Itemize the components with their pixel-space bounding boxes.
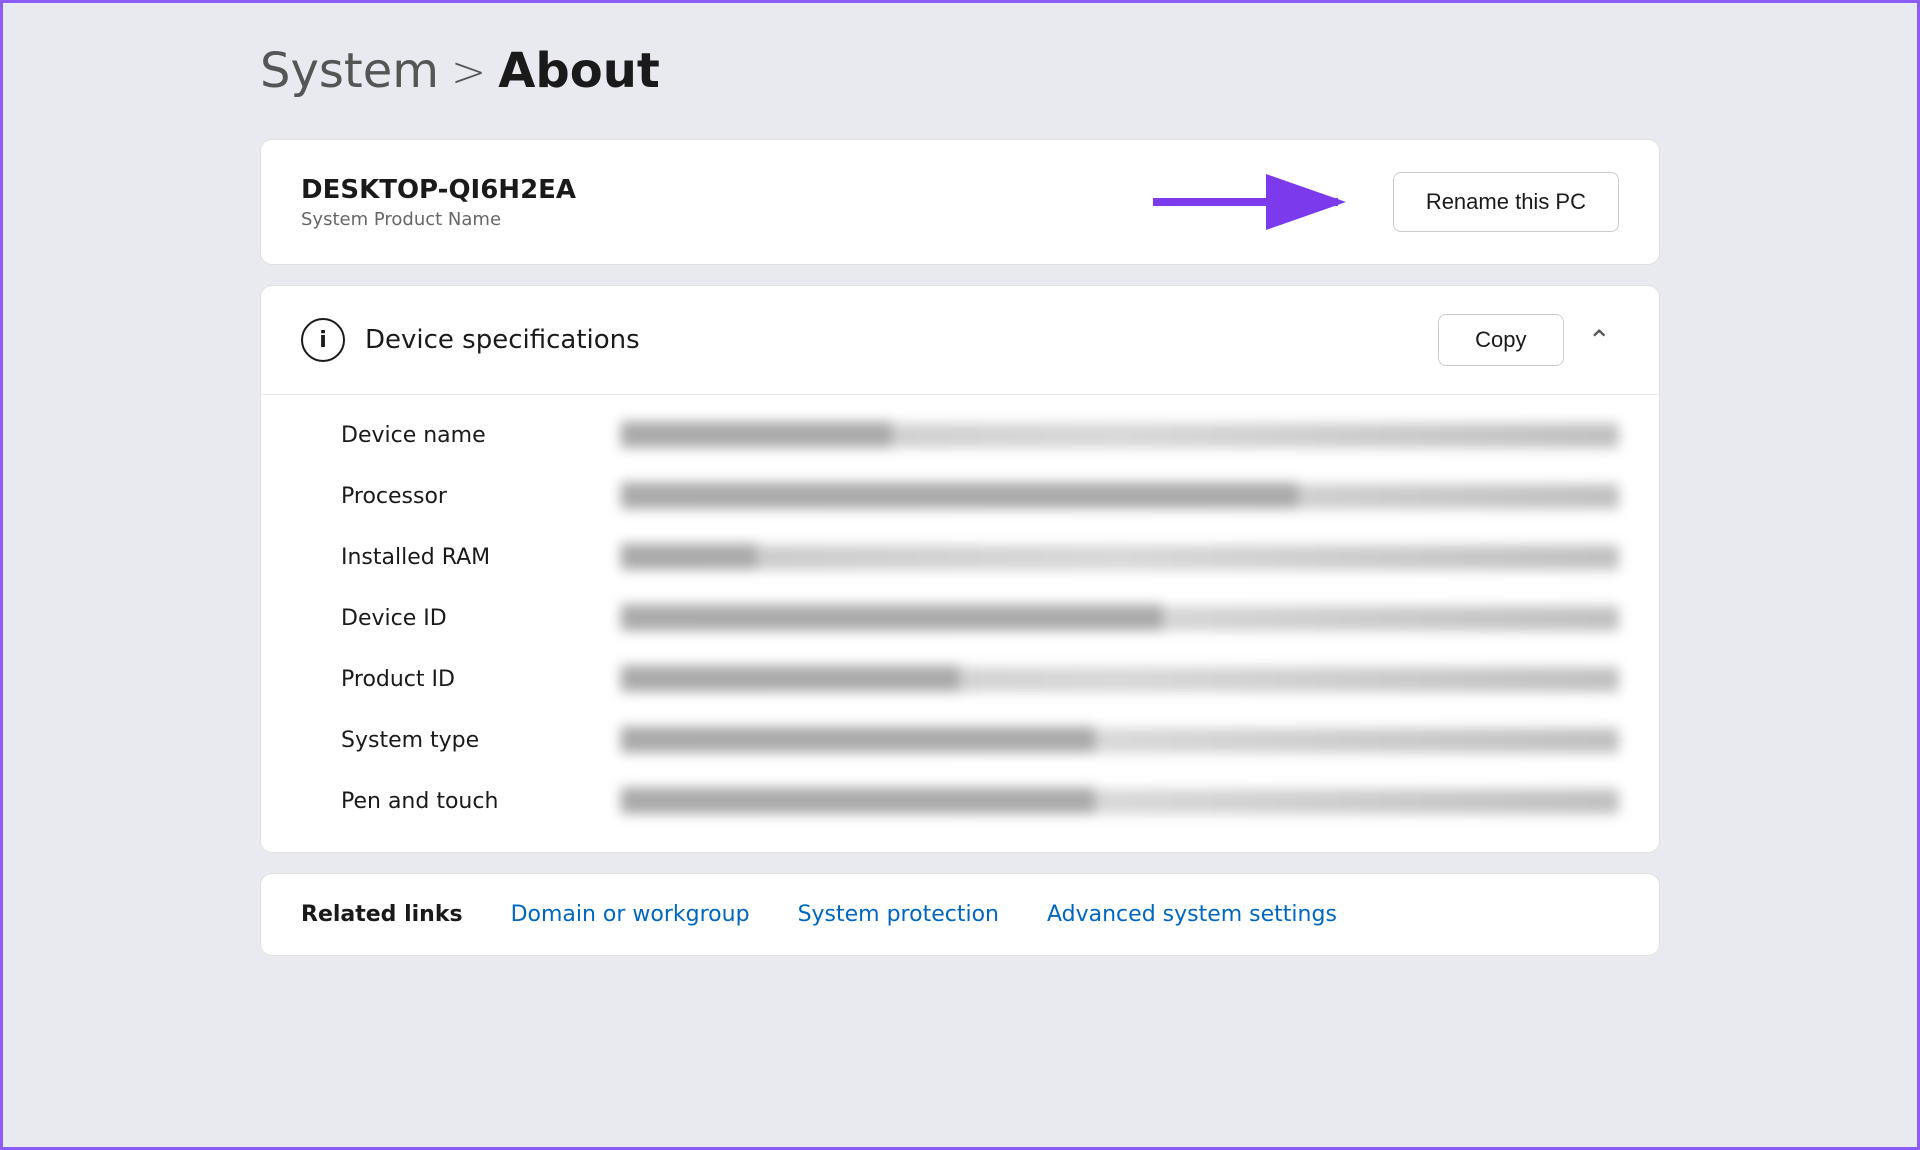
spec-label: Pen and touch bbox=[341, 789, 561, 814]
table-row: Processor ███████████████████████████████… bbox=[341, 466, 1619, 527]
spec-label: System type bbox=[341, 728, 561, 753]
spec-label: Processor bbox=[341, 484, 561, 509]
related-links-label: Related links bbox=[301, 902, 463, 927]
device-specs-label: Device specifications bbox=[365, 325, 640, 355]
chevron-up-icon[interactable]: ⌃ bbox=[1580, 320, 1619, 361]
spec-value: ████████████████████████████ bbox=[621, 789, 1619, 814]
device-specs-header: i Device specifications Copy ⌃ bbox=[261, 286, 1659, 395]
arrow-icon bbox=[1143, 172, 1363, 232]
table-row: Device ID ███████████████████████████████… bbox=[341, 588, 1619, 649]
spec-value: ████████████████ bbox=[621, 423, 1619, 448]
related-link[interactable]: Advanced system settings bbox=[1047, 902, 1337, 927]
related-links-bar: Related links Domain or workgroup System … bbox=[260, 873, 1660, 956]
spec-value: ████████████████████████████ bbox=[621, 728, 1619, 753]
table-row: Installed RAM ████████ bbox=[341, 527, 1619, 588]
spec-value: ████████████████████████████████ bbox=[621, 606, 1619, 631]
spec-label: Product ID bbox=[341, 667, 561, 692]
device-specs-title-group: i Device specifications bbox=[301, 318, 640, 362]
page-container: System > About DESKTOP-QI6H2EA System Pr… bbox=[260, 33, 1660, 956]
table-row: System type ████████████████████████████ bbox=[341, 710, 1619, 771]
pc-name-title: DESKTOP-QI6H2EA bbox=[301, 175, 576, 205]
spec-label: Device ID bbox=[341, 606, 561, 631]
related-link[interactable]: System protection bbox=[798, 902, 999, 927]
related-link[interactable]: Domain or workgroup bbox=[511, 902, 750, 927]
pc-name-info: DESKTOP-QI6H2EA System Product Name bbox=[301, 175, 576, 230]
pc-name-right: Rename this PC bbox=[1143, 172, 1619, 232]
device-specs-card: i Device specifications Copy ⌃ Device na… bbox=[260, 285, 1660, 853]
device-specs-actions: Copy ⌃ bbox=[1438, 314, 1619, 366]
specs-table: Device name ████████████████ Processor ████… bbox=[261, 395, 1659, 852]
spec-value: ████████ bbox=[621, 545, 1619, 570]
copy-button[interactable]: Copy bbox=[1438, 314, 1563, 366]
breadcrumb-system: System bbox=[260, 43, 439, 99]
info-icon: i bbox=[301, 318, 345, 362]
table-row: Product ID ████████████████████ bbox=[341, 649, 1619, 710]
breadcrumb-about: About bbox=[498, 43, 660, 99]
pc-name-subtitle: System Product Name bbox=[301, 209, 576, 230]
spec-value: ████████████████████████████████████████ bbox=[621, 484, 1619, 509]
breadcrumb: System > About bbox=[260, 33, 1660, 109]
pc-name-card: DESKTOP-QI6H2EA System Product Name Rena… bbox=[260, 139, 1660, 265]
arrow-annotation bbox=[1143, 172, 1363, 232]
table-row: Pen and touch ███████████████████████████… bbox=[341, 771, 1619, 832]
spec-label: Installed RAM bbox=[341, 545, 561, 570]
breadcrumb-separator: > bbox=[451, 47, 486, 96]
rename-pc-button[interactable]: Rename this PC bbox=[1393, 172, 1619, 232]
table-row: Device name ████████████████ bbox=[341, 405, 1619, 466]
spec-value: ████████████████████ bbox=[621, 667, 1619, 692]
spec-label: Device name bbox=[341, 423, 561, 448]
